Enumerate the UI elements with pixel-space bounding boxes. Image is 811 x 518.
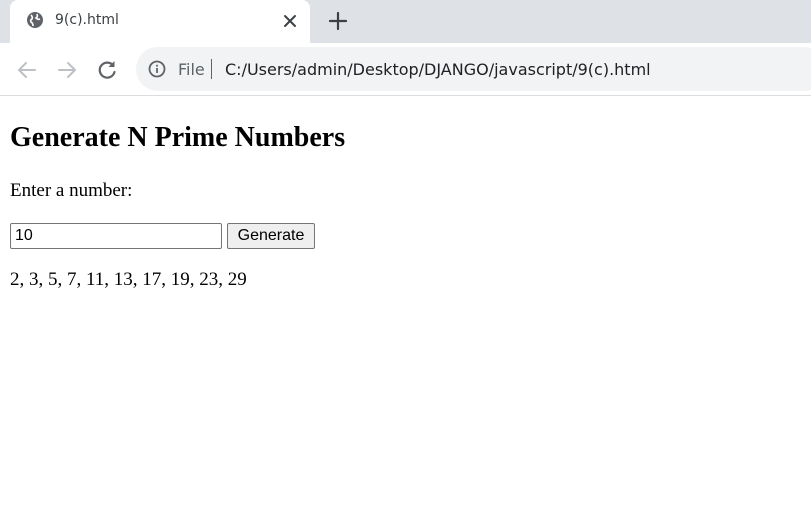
tab-strip: 9(c).html [0, 0, 811, 43]
close-icon[interactable] [280, 11, 300, 31]
page-title: Generate N Prime Numbers [10, 122, 346, 153]
address-bar[interactable]: File C:/Users/admin/Desktop/DJANGO/javas… [136, 47, 811, 91]
arrow-right-icon[interactable] [53, 56, 81, 84]
number-input[interactable] [10, 223, 222, 249]
globe-icon [26, 11, 44, 29]
tab-title: 9(c).html [55, 12, 119, 28]
info-icon[interactable] [148, 60, 166, 78]
omnibox-divider [211, 59, 212, 79]
page-content: Generate N Prime Numbers Enter a number:… [0, 97, 811, 518]
reload-icon[interactable] [93, 56, 121, 84]
browser-toolbar: File C:/Users/admin/Desktop/DJANGO/javas… [0, 43, 811, 96]
arrow-left-icon[interactable] [13, 56, 41, 84]
prime-result-text: 2, 3, 5, 7, 11, 13, 17, 19, 23, 29 [10, 269, 247, 290]
number-prompt-label: Enter a number: [10, 180, 133, 201]
tab-active[interactable]: 9(c).html [10, 0, 310, 43]
scheme-label: File [178, 60, 205, 79]
new-tab-plus-icon[interactable] [325, 8, 351, 34]
url-text[interactable]: C:/Users/admin/Desktop/DJANGO/javascript… [225, 60, 651, 79]
generate-button[interactable]: Generate [227, 223, 315, 249]
